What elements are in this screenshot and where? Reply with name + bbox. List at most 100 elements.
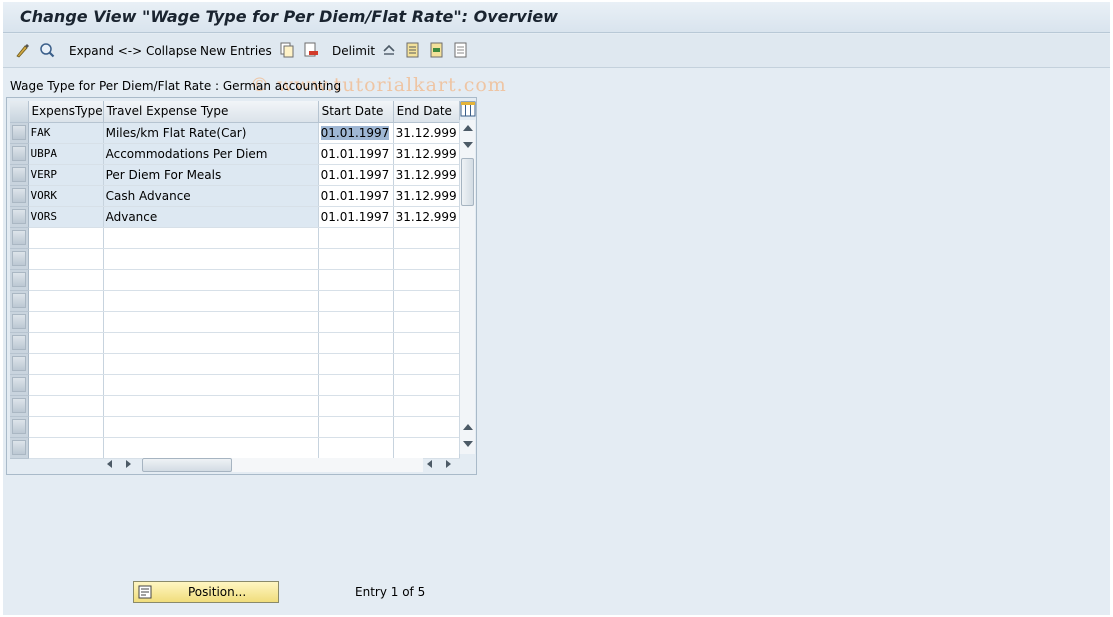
empty-cell — [28, 290, 104, 312]
vertical-scroll-thumb[interactable] — [461, 158, 474, 206]
row-selector[interactable] — [10, 332, 29, 354]
empty-cell — [103, 290, 319, 312]
vertical-scrollbar[interactable] — [459, 120, 475, 454]
expenstype-cell: FAK — [28, 122, 104, 144]
empty-cell — [393, 269, 460, 291]
empty-table-row — [10, 437, 460, 459]
row-selector[interactable] — [10, 164, 29, 186]
empty-cell — [318, 290, 394, 312]
horizontal-scroll-thumb[interactable] — [142, 458, 232, 472]
end-date-field[interactable]: 31.12.999 — [393, 164, 460, 186]
travel-expense-type-cell: Accommodations Per Diem — [103, 143, 319, 165]
copy-icon[interactable] — [278, 41, 296, 59]
empty-cell — [28, 353, 104, 375]
select-all-header[interactable] — [10, 101, 29, 123]
row-selector[interactable] — [10, 248, 29, 270]
display-change-icon[interactable] — [14, 41, 32, 59]
table-row: VERP Per Diem For Meals 01.01.1997 31.12… — [10, 164, 460, 186]
select-block-icon[interactable] — [428, 41, 446, 59]
empty-cell — [103, 353, 319, 375]
empty-cell — [318, 227, 394, 249]
empty-cell — [28, 269, 104, 291]
end-date-field[interactable]: 31.12.999 — [393, 206, 460, 228]
application-toolbar: Expand <-> Collapse New Entries Delimit … — [3, 34, 1110, 96]
empty-cell — [393, 248, 460, 270]
empty-cell — [393, 332, 460, 354]
row-selector[interactable] — [10, 269, 29, 291]
empty-cell — [393, 437, 460, 459]
delete-icon[interactable] — [302, 41, 320, 59]
details-icon[interactable] — [38, 41, 56, 59]
empty-cell — [318, 269, 394, 291]
empty-cell — [393, 416, 460, 438]
deselect-all-icon[interactable] — [452, 41, 470, 59]
empty-cell — [103, 311, 319, 333]
scroll-right-end-icon[interactable] — [446, 460, 451, 468]
empty-table-row — [10, 311, 460, 333]
column-header-start-date[interactable]: Start Date — [318, 101, 394, 123]
scroll-right-icon[interactable] — [126, 460, 131, 468]
table-row: VORS Advance 01.01.1997 31.12.999 — [10, 206, 460, 228]
scroll-line-up-icon[interactable] — [463, 424, 473, 430]
row-selector[interactable] — [10, 374, 29, 396]
empty-table-row — [10, 248, 460, 270]
row-selector[interactable] — [10, 395, 29, 417]
row-selector[interactable] — [10, 206, 29, 228]
start-date-field[interactable]: 01.01.1997 — [318, 185, 394, 207]
row-selector[interactable] — [10, 311, 29, 333]
empty-cell — [318, 311, 394, 333]
scroll-page-down-icon[interactable] — [463, 142, 473, 148]
empty-cell — [318, 248, 394, 270]
row-selector[interactable] — [10, 437, 29, 459]
scroll-line-down-icon[interactable] — [463, 441, 473, 447]
select-all-icon[interactable] — [404, 41, 422, 59]
entry-counter: Entry 1 of 5 — [355, 585, 426, 599]
end-date-field[interactable]: 31.12.999 — [393, 185, 460, 207]
table-row: UBPA Accommodations Per Diem 01.01.1997 … — [10, 143, 460, 165]
end-date-field[interactable]: 31.12.999 — [393, 143, 460, 165]
row-selector[interactable] — [10, 227, 29, 249]
start-date-field[interactable]: 01.01.1997 — [318, 143, 394, 165]
row-selector[interactable] — [10, 185, 29, 207]
empty-cell — [393, 353, 460, 375]
expand-collapse-button[interactable]: Expand <-> Collapse — [69, 42, 197, 60]
empty-cell — [28, 248, 104, 270]
column-settings-icon[interactable] — [460, 101, 476, 117]
scroll-left-end-icon[interactable] — [427, 460, 432, 468]
empty-cell — [318, 395, 394, 417]
empty-table-row — [10, 374, 460, 396]
expenstype-cell: VORK — [28, 185, 104, 207]
undo-change-icon[interactable] — [380, 41, 398, 59]
start-date-field[interactable]: 01.01.1997 — [318, 122, 394, 144]
page-title: Change View "Wage Type for Per Diem/Flat… — [20, 7, 558, 26]
position-button[interactable]: Position... — [133, 581, 279, 603]
empty-cell — [393, 395, 460, 417]
column-header-travel-expense-type[interactable]: Travel Expense Type — [103, 101, 319, 123]
new-entries-button[interactable]: New Entries — [200, 42, 272, 60]
row-selector[interactable] — [10, 122, 29, 144]
scroll-page-up-icon[interactable] — [463, 125, 473, 131]
start-date-field[interactable]: 01.01.1997 — [318, 206, 394, 228]
row-selector[interactable] — [10, 416, 29, 438]
end-date-field[interactable]: 31.12.999 — [393, 122, 460, 144]
expenstype-cell: VORS — [28, 206, 104, 228]
empty-cell — [393, 227, 460, 249]
empty-cell — [28, 395, 104, 417]
empty-cell — [103, 269, 319, 291]
table-row: VORK Cash Advance 01.01.1997 31.12.999 — [10, 185, 460, 207]
empty-cell — [28, 416, 104, 438]
empty-table-row — [10, 227, 460, 249]
delimit-button[interactable]: Delimit — [332, 42, 375, 60]
empty-cell — [103, 248, 319, 270]
column-header-end-date[interactable]: End Date — [393, 101, 460, 123]
row-selector[interactable] — [10, 143, 29, 165]
empty-cell — [103, 437, 319, 459]
empty-cell — [393, 374, 460, 396]
row-selector[interactable] — [10, 353, 29, 375]
row-selector[interactable] — [10, 290, 29, 312]
start-date-field[interactable]: 01.01.1997 — [318, 164, 394, 186]
column-header-expenstype[interactable]: ExpensType — [28, 101, 104, 123]
scroll-left-icon[interactable] — [107, 460, 112, 468]
empty-cell — [318, 437, 394, 459]
empty-cell — [318, 332, 394, 354]
